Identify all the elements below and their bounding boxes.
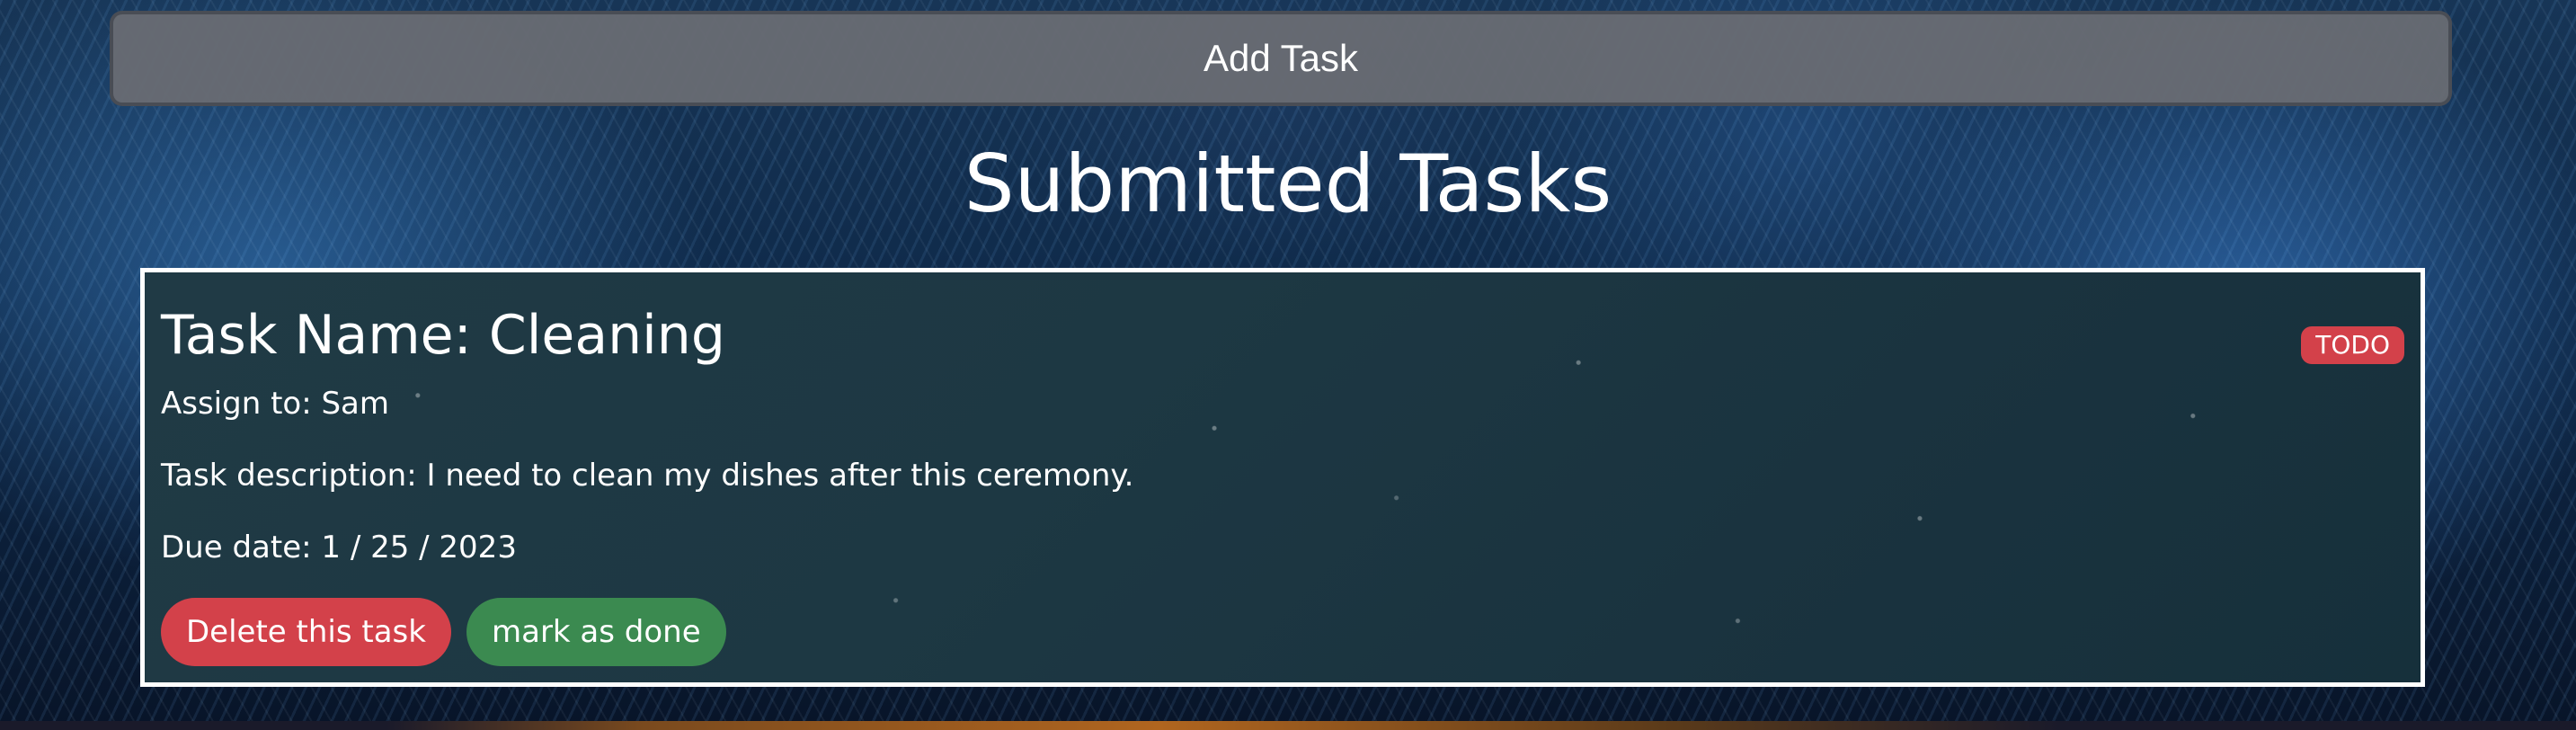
delete-task-button[interactable]: Delete this task	[161, 598, 451, 666]
task-card: Task Name: Cleaning TODO Assign to: Sam …	[140, 268, 2425, 687]
add-task-button[interactable]: Add Task	[110, 11, 2452, 106]
page-title: Submitted Tasks	[964, 138, 1612, 230]
task-due-date: Due date: 1 / 25 / 2023	[161, 530, 517, 565]
status-badge: TODO	[2301, 326, 2404, 364]
background-horizon	[0, 721, 2576, 730]
task-description: Task description: I need to clean my dis…	[161, 458, 1134, 494]
task-assignee: Assign to: Sam	[161, 386, 390, 422]
mark-done-button[interactable]: mark as done	[466, 598, 726, 666]
task-name: Task Name: Cleaning	[161, 304, 725, 367]
